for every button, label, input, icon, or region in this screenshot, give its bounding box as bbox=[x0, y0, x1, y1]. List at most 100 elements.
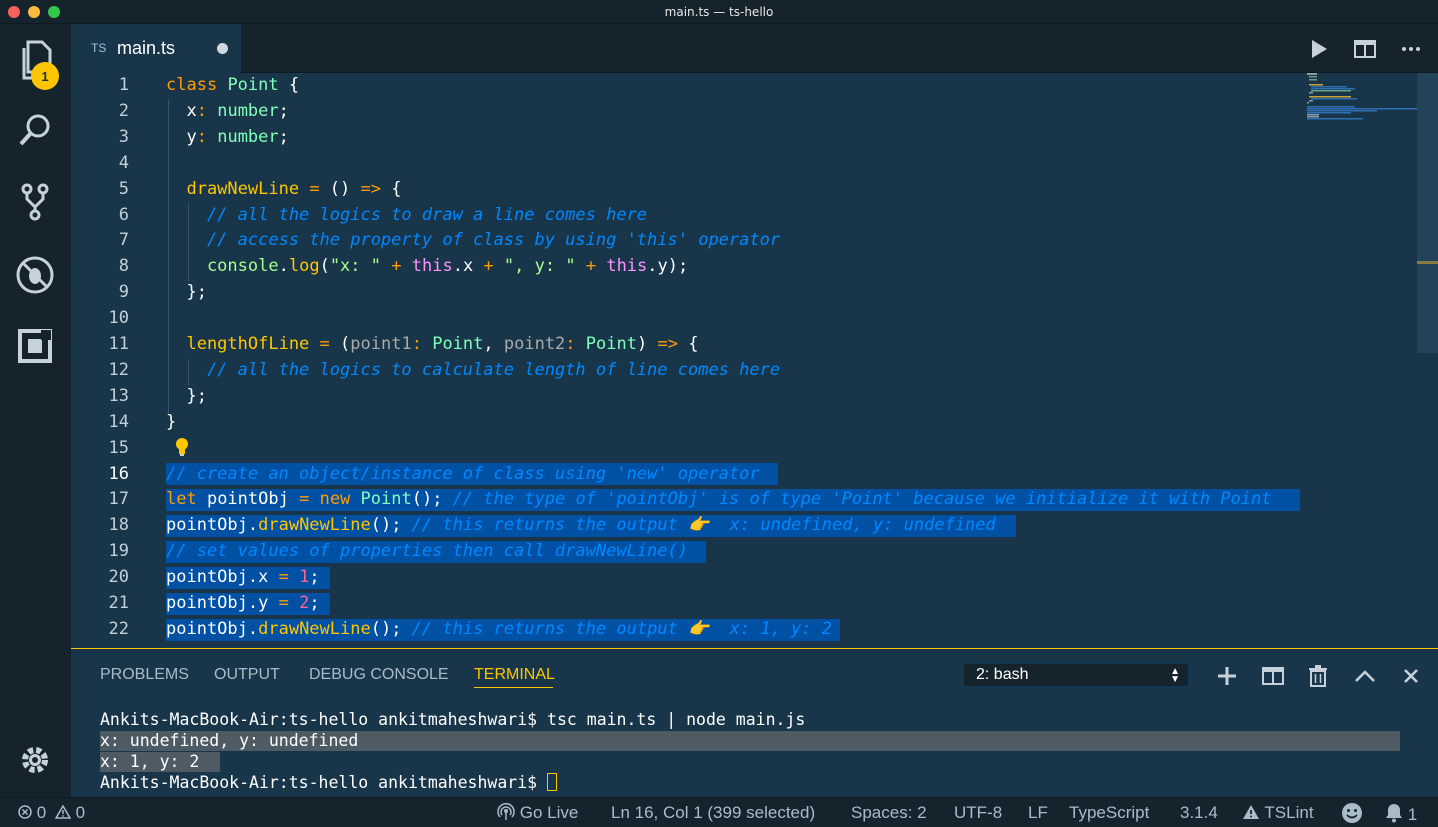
code-token: pointObj.x bbox=[166, 567, 279, 588]
language-mode[interactable]: TypeScript bbox=[1069, 803, 1149, 823]
lightbulb-icon[interactable] bbox=[174, 437, 190, 462]
line-number: 14 bbox=[108, 411, 129, 432]
code-token: pointObj. bbox=[166, 618, 259, 639]
close-panel-icon[interactable] bbox=[1398, 663, 1424, 689]
code-token: number bbox=[217, 126, 279, 147]
tab-terminal[interactable]: TERMINAL bbox=[474, 666, 555, 684]
feedback-button[interactable] bbox=[1341, 802, 1363, 827]
minimap[interactable] bbox=[1307, 73, 1419, 133]
line-number: 2 bbox=[118, 100, 129, 121]
code-token: point1 bbox=[350, 334, 412, 354]
code-token: new bbox=[319, 489, 351, 510]
error-count: 0 bbox=[36, 803, 47, 822]
code-token: y bbox=[166, 126, 197, 147]
debug-icon[interactable] bbox=[13, 253, 57, 297]
notifications-button[interactable]: 1 bbox=[1385, 803, 1417, 825]
extensions-icon[interactable] bbox=[13, 324, 57, 368]
maximize-panel-icon[interactable] bbox=[1352, 663, 1378, 689]
split-terminal-icon[interactable] bbox=[1260, 663, 1286, 689]
bell-icon bbox=[1386, 804, 1402, 823]
line-number: 5 bbox=[118, 178, 129, 199]
eol-status[interactable]: LF bbox=[1028, 803, 1048, 823]
code-token: // the type of 'pointObj' is of type 'Po… bbox=[452, 489, 1272, 510]
code-token: point2 bbox=[503, 334, 566, 354]
tab-debug-console[interactable]: DEBUG CONSOLE bbox=[309, 666, 449, 684]
code-token: // all the logics to calculate length of… bbox=[166, 359, 781, 380]
encoding-status[interactable]: UTF-8 bbox=[954, 803, 1002, 823]
code-token: }; bbox=[166, 282, 207, 303]
trash-icon[interactable] bbox=[1305, 663, 1331, 689]
search-icon[interactable] bbox=[13, 108, 57, 152]
tab-label: main.ts bbox=[117, 38, 176, 58]
code-token: = bbox=[299, 489, 310, 510]
smiley-icon bbox=[1342, 803, 1362, 823]
add-terminal-icon[interactable] bbox=[1214, 663, 1240, 689]
code-line: }; bbox=[166, 282, 207, 303]
gear-icon[interactable] bbox=[13, 738, 57, 782]
terminal-line: x: 1, y: 2 bbox=[100, 752, 200, 771]
code-token: => bbox=[657, 334, 678, 354]
code-line: drawNewLine = () => { bbox=[166, 179, 401, 199]
line-number: 12 bbox=[108, 359, 129, 380]
code-token: 2 bbox=[299, 593, 310, 613]
tslint-label: TSLint bbox=[1264, 803, 1314, 822]
problems-status[interactable]: 0 0 bbox=[18, 803, 85, 823]
terminal-prompt[interactable]: Ankits-MacBook-Air:ts-hello ankitmaheshw… bbox=[100, 773, 558, 792]
more-icon[interactable] bbox=[1398, 36, 1424, 62]
code-line: // set values of properties then call dr… bbox=[166, 541, 688, 561]
tslint-status[interactable]: TSLint bbox=[1242, 803, 1314, 823]
code-token: ( bbox=[329, 334, 351, 354]
line-number: 4 bbox=[118, 152, 129, 173]
indentation-status[interactable]: Spaces: 2 bbox=[851, 803, 927, 823]
code-token: { bbox=[278, 75, 300, 95]
terminal-select[interactable]: 2: bash ▲ ▼ bbox=[963, 663, 1189, 687]
tab-main-ts[interactable]: TS main.ts bbox=[71, 24, 241, 73]
code-token: ( bbox=[319, 256, 330, 277]
editor-scrollbar[interactable] bbox=[1417, 73, 1438, 353]
code-token: drawNewLine bbox=[258, 618, 371, 639]
tab-problems[interactable]: PROBLEMS bbox=[100, 666, 189, 684]
title-bar: main.ts — ts-hello bbox=[0, 0, 1438, 24]
code-token: pointObj bbox=[196, 489, 300, 510]
terminal-prompt-text: Ankits-MacBook-Air:ts-hello ankitmaheshw… bbox=[100, 773, 548, 792]
code-token: log bbox=[288, 256, 320, 277]
run-icon[interactable] bbox=[1306, 36, 1332, 62]
ts-version[interactable]: 3.1.4 bbox=[1180, 803, 1218, 823]
code-token: (); bbox=[370, 515, 412, 536]
tab-output[interactable]: OUTPUT bbox=[214, 666, 280, 684]
tab-bar: TS main.ts bbox=[71, 24, 1438, 73]
line-number: 7 bbox=[118, 230, 129, 251]
code-token: 1 bbox=[299, 567, 310, 588]
code-token: // access the property of class by using… bbox=[166, 230, 781, 251]
go-live-button[interactable]: Go Live bbox=[497, 802, 578, 823]
code-token: // this returns the output 👉 x: 1, y: 2 bbox=[411, 618, 832, 639]
source-control-icon[interactable] bbox=[13, 180, 57, 224]
code-token: (); bbox=[411, 489, 453, 510]
cursor-position[interactable]: Ln 16, Col 1 (399 selected) bbox=[611, 803, 815, 823]
code-token: : bbox=[196, 126, 207, 147]
code-line: }; bbox=[166, 386, 206, 406]
code-line: x: number; bbox=[166, 100, 288, 121]
code-token: console bbox=[166, 256, 279, 277]
code-line: class Point { bbox=[166, 75, 299, 95]
code-token: { bbox=[677, 334, 699, 354]
code-line: lengthOfLine = (point1: Point, point2: P… bbox=[166, 334, 698, 354]
split-editor-icon[interactable] bbox=[1352, 36, 1378, 62]
code-editor[interactable]: 1 2 3 4 5 6 7 8 9 10 11 12 13 14 15 16 17 18 19 20 21 22 clas… bbox=[71, 73, 1438, 648]
code-token: pointObj.y bbox=[166, 593, 279, 613]
line-number: 22 bbox=[108, 618, 129, 639]
code-token: // all the logics to draw a line comes h… bbox=[166, 204, 648, 225]
unsaved-dot-icon[interactable] bbox=[217, 43, 228, 54]
line-number: 3 bbox=[118, 126, 129, 147]
code-token: number bbox=[217, 100, 279, 121]
activity-bar: 1 bbox=[0, 24, 71, 797]
